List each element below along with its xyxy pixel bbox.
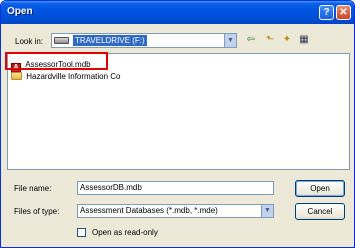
file-type-dropdown[interactable]: Assessment Databases (*.mdb, *.mde) ▼ — [77, 204, 274, 218]
views-menu-icon[interactable]: ▦ — [297, 34, 311, 46]
file-list[interactable]: A AssessorTool.mdb Hazardville Informati… — [7, 53, 350, 170]
file-type-label: Files of type: — [14, 207, 60, 216]
read-only-label: Open as read-only — [92, 228, 158, 237]
open-button[interactable]: Open — [295, 180, 345, 197]
highlight-annotation — [5, 52, 108, 70]
look-in-value: TRAVELDRIVE (F:) — [73, 35, 147, 46]
back-arrow-icon[interactable]: ⇦ — [244, 34, 258, 46]
cancel-button[interactable]: Cancel — [295, 203, 345, 220]
folder-name-text: Hazardville Information Co — [26, 72, 121, 81]
file-name-input[interactable]: AssessorDB.mdb — [77, 181, 274, 195]
chevron-down-icon[interactable]: ▼ — [224, 34, 236, 47]
up-folder-icon[interactable]: ⬑ — [263, 34, 277, 46]
look-in-label: Look in: — [15, 37, 44, 46]
file-name-label: File name: — [14, 184, 52, 193]
look-in-dropdown[interactable]: TRAVELDRIVE (F:) ▼ — [51, 33, 237, 48]
open-dialog: Open ? ✕ Look in: TRAVELDRIVE (F:) ▼ ⇦ ⬑… — [0, 0, 355, 248]
read-only-checkbox[interactable] — [77, 228, 86, 237]
list-item[interactable]: Hazardville Information Co — [11, 71, 121, 83]
chevron-down-icon[interactable]: ▼ — [261, 205, 273, 217]
folder-icon — [11, 72, 22, 80]
new-folder-icon[interactable]: ✦ — [280, 34, 294, 46]
dialog-title: Open — [7, 6, 33, 17]
close-button[interactable]: ✕ — [336, 5, 351, 20]
title-bar[interactable]: Open ? ✕ — [1, 1, 354, 24]
help-button[interactable]: ? — [319, 5, 334, 20]
drive-icon — [54, 37, 69, 44]
file-type-value: Assessment Databases (*.mdb, *.mde) — [80, 206, 218, 215]
